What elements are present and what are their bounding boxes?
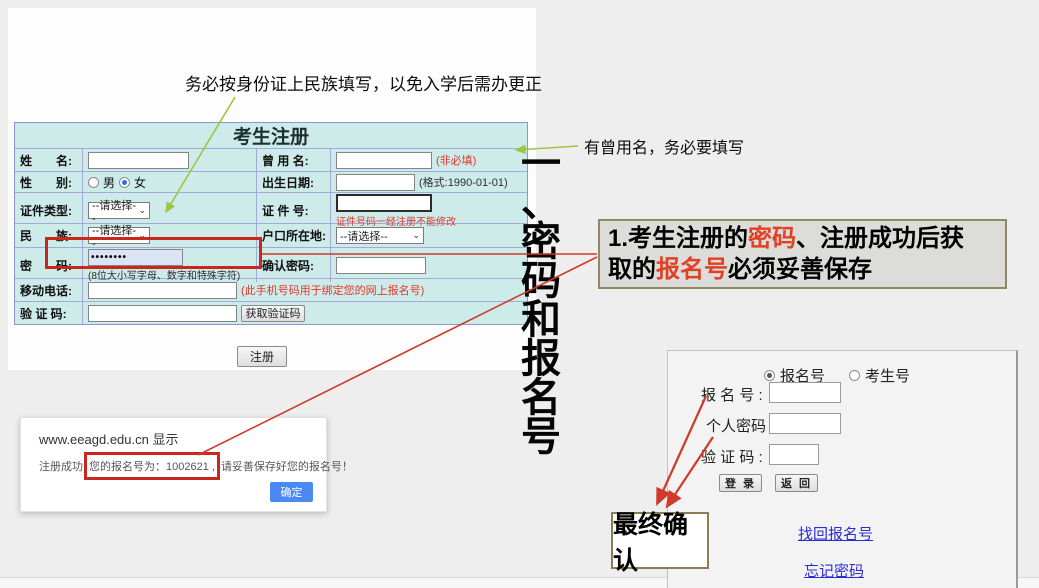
form-row-mobile: 移动电话: (此手机号码用于绑定您的网上报名号)	[15, 279, 527, 302]
login-captcha-label: 验 证 码 :	[701, 446, 763, 467]
candidate-no-radio-label: 考生号	[865, 365, 910, 386]
confirm-password-label: 确认密码:	[257, 248, 331, 282]
form-row-id: 证件类型: --请选择--⌄ 证 件 号: 证件号码一经注册不能修改	[15, 193, 527, 224]
id-number-input[interactable]	[336, 194, 432, 212]
id-number-label: 证 件 号:	[257, 193, 331, 228]
chevron-down-icon: ⌄	[138, 231, 146, 240]
login-reg-no-input[interactable]	[769, 382, 841, 403]
callout-keyword: 密码	[748, 225, 796, 252]
callout-keyword: 报名号	[656, 256, 728, 283]
login-password-input[interactable]	[769, 413, 841, 434]
vertical-title-char: 密	[521, 223, 561, 262]
back-button[interactable]: 返 回	[775, 474, 818, 492]
dob-format-note: (格式:1990-01-01)	[419, 174, 508, 190]
login-reg-no-label: 报 名 号 :	[701, 384, 763, 405]
vertical-title-char: 报	[521, 340, 561, 379]
form-row-password: 密 码: (8位大小写字母、数字和特殊字符) 确认密码:	[15, 248, 527, 279]
get-captcha-button[interactable]: 获取验证码	[241, 305, 305, 322]
captcha-label: 验 证 码:	[15, 302, 83, 324]
hukou-label: 户口所在地:	[257, 224, 331, 247]
password-input[interactable]	[88, 249, 183, 266]
name-input[interactable]	[88, 152, 189, 169]
login-password-label: 个人密码 :	[706, 415, 774, 436]
callout-text: 必须妥善保存	[728, 256, 872, 283]
captcha-input[interactable]	[88, 305, 237, 322]
vertical-title-char: 和	[521, 301, 561, 340]
candidate-no-radio[interactable]	[849, 370, 860, 381]
callout-text: 取的	[608, 256, 656, 283]
chevron-down-icon: ⌄	[138, 206, 146, 215]
screenshot-canvas: 务必按身份证上民族填写，以免入学后需办更正 有曾用名，务必要填写 考生注册 姓 …	[0, 0, 1039, 588]
chevron-down-icon: ⌄	[412, 231, 420, 240]
gender-label: 性 别:	[15, 172, 83, 192]
vertical-title-char: 号	[521, 418, 561, 457]
ethnicity-select[interactable]: --请选择--⌄	[88, 227, 150, 244]
ethnicity-label: 民 族:	[15, 224, 83, 247]
success-dialog: www.eeagd.edu.cn 显示 注册成功 您的报名号为：1002621 …	[20, 417, 327, 512]
gender-female-label: 女	[134, 174, 146, 191]
annotation-former-name-note: 有曾用名，务必要填写	[584, 134, 744, 158]
mobile-label: 移动电话:	[15, 279, 83, 301]
registration-form: 考生注册 姓 名: 曾 用 名: (非必填) 性 别: 男 女 出生日期: (格…	[14, 122, 528, 325]
form-title: 考生注册	[15, 123, 527, 149]
find-reg-no-link[interactable]: 找回报名号	[798, 523, 873, 544]
vertical-title-char: 码	[521, 262, 561, 301]
gender-male-label: 男	[103, 174, 115, 191]
annotation-ethnicity-note: 务必按身份证上民族填写，以免入学后需办更正	[185, 70, 542, 95]
dialog-title: www.eeagd.edu.cn 显示	[39, 429, 178, 448]
id-type-select[interactable]: --请选择--⌄	[88, 202, 150, 219]
register-button[interactable]: 注册	[237, 346, 287, 367]
form-row-ethnicity: 民 族: --请选择--⌄ 户口所在地: --请选择--⌄	[15, 224, 527, 248]
hukou-select[interactable]: --请选择--⌄	[336, 227, 424, 244]
dob-input[interactable]	[336, 174, 415, 191]
vertical-title-char: 一	[521, 145, 561, 184]
reg-number-highlight-rect: 您的报名号为：1002621 ,	[84, 452, 220, 480]
login-captcha-input[interactable]	[769, 444, 819, 465]
callout-box: 1.考生注册的密码、注册成功后获取的报名号必须妥善保存	[598, 219, 1007, 289]
gender-female-radio[interactable]	[119, 177, 130, 188]
vertical-section-title: 一、密码和报名号	[517, 145, 565, 457]
login-button[interactable]: 登 录	[719, 474, 762, 492]
password-label: 密 码:	[15, 248, 83, 282]
gender-male-radio[interactable]	[88, 177, 99, 188]
former-name-input[interactable]	[336, 152, 432, 169]
form-row-name: 姓 名: 曾 用 名: (非必填)	[15, 149, 527, 172]
dob-label: 出生日期:	[257, 172, 331, 192]
mobile-note: (此手机号码用于绑定您的网上报名号)	[241, 282, 424, 298]
callout-text: 1.考生注册的	[608, 225, 748, 252]
mobile-input[interactable]	[88, 282, 237, 299]
dialog-message-suffix: 请妥善保存好您的报名号！	[221, 458, 353, 474]
login-panel: 报名号 考生号 报 名 号 : 个人密码 : 验 证 码 : 登 录 返 回 找…	[667, 350, 1018, 588]
former-name-note: (非必填)	[436, 152, 476, 168]
final-confirm-box: 最终确认	[611, 512, 709, 569]
callout-text: 、注册成功后获	[796, 225, 964, 252]
dialog-message: 注册成功 您的报名号为：1002621 , 请妥善保存好您的报名号！	[39, 452, 353, 480]
dialog-ok-button[interactable]: 确定	[270, 482, 313, 502]
vertical-title-char: 名	[521, 379, 561, 418]
vertical-title-char: 、	[521, 184, 561, 223]
forgot-password-link[interactable]: 忘记密码	[804, 560, 864, 581]
former-name-label: 曾 用 名:	[257, 149, 331, 171]
id-type-label: 证件类型:	[15, 193, 83, 228]
reg-no-radio[interactable]	[764, 370, 775, 381]
name-label: 姓 名:	[15, 149, 83, 171]
form-row-gender: 性 别: 男 女 出生日期: (格式:1990-01-01)	[15, 172, 527, 193]
confirm-password-input[interactable]	[336, 257, 426, 274]
form-row-captcha: 验 证 码: 获取验证码	[15, 302, 527, 324]
dialog-message-prefix: 注册成功	[39, 458, 83, 474]
